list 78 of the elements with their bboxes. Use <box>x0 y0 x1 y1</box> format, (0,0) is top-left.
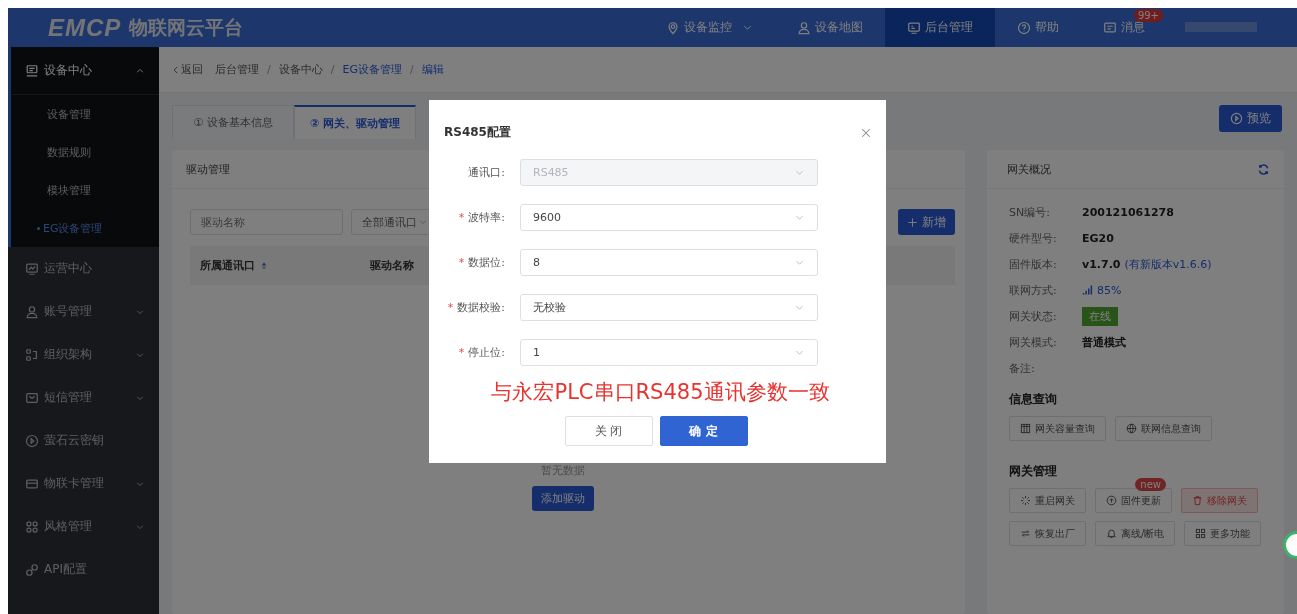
field-label: 网关状态: <box>1009 308 1058 324</box>
back-link[interactable]: 返回 <box>171 62 203 77</box>
sidebar-item[interactable]: 萤石云密钥 <box>8 419 159 462</box>
action-button[interactable]: 离线/断电 <box>1095 521 1176 546</box>
sidebar-subitem[interactable]: 数据规则 <box>11 133 159 171</box>
section-title: 信息查询 <box>1009 391 1058 408</box>
field-value: v1.7.0 <box>1082 257 1121 271</box>
field-label: SN编号: <box>1009 204 1051 220</box>
field-value: EG20 <box>1082 231 1114 245</box>
action-button[interactable]: 固件更新 <box>1095 488 1172 513</box>
field-value: 200121061278 <box>1082 205 1174 219</box>
field-label: 固件版本: <box>1009 256 1058 272</box>
action-button[interactable]: 联网信息查询 <box>1115 416 1212 441</box>
nav-item[interactable]: 设备监控 <box>644 8 775 47</box>
action-button[interactable]: 移除网关 <box>1181 488 1258 513</box>
field-label: 停止位: <box>468 346 505 359</box>
update-link[interactable]: (有新版本v1.6.6) <box>1124 256 1212 272</box>
field-label: 数据校验: <box>457 301 505 314</box>
status-tag: 在线 <box>1082 306 1118 326</box>
sidebar-item[interactable]: 组织架构 <box>8 333 159 376</box>
select-field[interactable]: 8 <box>520 249 818 276</box>
add-button[interactable]: 新增 <box>898 209 955 235</box>
select-field[interactable]: 1 <box>520 339 818 366</box>
breadcrumb-separator: / <box>267 63 271 76</box>
add-driver-button[interactable]: 添加驱动 <box>531 486 594 511</box>
field-label: 波特率: <box>468 211 505 224</box>
sidebar-item[interactable]: 账号管理 <box>8 290 159 333</box>
dialog-button[interactable]: 确 定 <box>659 416 748 446</box>
search-field[interactable]: 驱动名称 <box>190 209 343 235</box>
dialog-button[interactable]: 关 闭 <box>564 416 653 446</box>
breadcrumb-separator: / <box>330 63 335 76</box>
column-header[interactable]: 驱动名称 <box>370 258 414 273</box>
breadcrumb-link[interactable]: EG设备管理 <box>342 62 402 77</box>
field-label: 备注: <box>1009 360 1036 376</box>
field-label: 数据位: <box>468 256 505 269</box>
preview-button[interactable]: 预览 <box>1219 105 1282 132</box>
field-label: 硬件型号: <box>1009 230 1058 246</box>
column-header[interactable]: 所属通讯口 <box>200 258 269 273</box>
required-mark: * <box>458 211 465 224</box>
breadcrumb-link[interactable]: 编辑 <box>421 62 444 77</box>
tab[interactable]: ② 网关、驱动管理 <box>294 105 416 139</box>
breadcrumb-link[interactable]: 设备中心 <box>278 62 323 77</box>
action-button[interactable]: 更多功能 <box>1184 521 1262 546</box>
select-value: 全部通讯口 <box>362 214 417 230</box>
count-badge: 99+ <box>1133 9 1163 22</box>
nav-item[interactable]: 帮助 <box>995 8 1081 47</box>
breadcrumb-link[interactable]: 后台管理 <box>215 62 259 77</box>
section-title: 网关管理 <box>1009 463 1058 480</box>
breadcrumb-separator: / <box>409 63 414 76</box>
required-mark: * <box>458 346 465 359</box>
signal-strength: 85% <box>1097 283 1122 297</box>
action-button[interactable]: 网关容量查询 <box>1009 416 1106 441</box>
site-title: 物联网云平台 <box>129 14 244 40</box>
sidebar-subitem[interactable]: 设备管理 <box>11 95 159 133</box>
sidebar-item[interactable]: 运营中心 <box>8 247 159 290</box>
required-mark: * <box>458 256 465 269</box>
nav-item[interactable]: 后台管理 <box>885 8 995 47</box>
new-badge: new <box>1135 478 1166 491</box>
field-label: 网关模式: <box>1009 334 1058 350</box>
logo-text: EMCP <box>48 13 122 42</box>
panel-title: 网关概况 <box>1007 161 1051 177</box>
field-label: 通讯口: <box>468 166 505 179</box>
sidebar-subitem[interactable]: 模块管理 <box>11 171 159 209</box>
field-value: 普通模式 <box>1082 334 1126 350</box>
select-field[interactable]: 9600 <box>520 204 818 231</box>
select-field[interactable]: 无校验 <box>520 294 818 321</box>
required-mark: * <box>447 301 454 314</box>
dialog-title: RS485配置 <box>444 124 511 141</box>
sidebar-item[interactable]: 风格管理 <box>8 505 159 548</box>
sidebar-item[interactable]: 短信管理 <box>8 376 159 419</box>
field-label: 联网方式: <box>1009 282 1058 298</box>
nav-item[interactable]: 设备地图 <box>775 8 885 47</box>
tab[interactable]: ① 设备基本信息 <box>172 105 294 139</box>
action-button[interactable]: 重启网关 <box>1009 488 1086 513</box>
annotation-text: 与永宏PLC串口RS485通讯参数一致 <box>490 379 831 406</box>
sidebar-subitem[interactable]: EG设备管理 <box>11 209 159 247</box>
sidebar-item[interactable]: 物联卡管理 <box>8 462 159 505</box>
action-button[interactable]: 恢复出厂 <box>1009 521 1086 546</box>
